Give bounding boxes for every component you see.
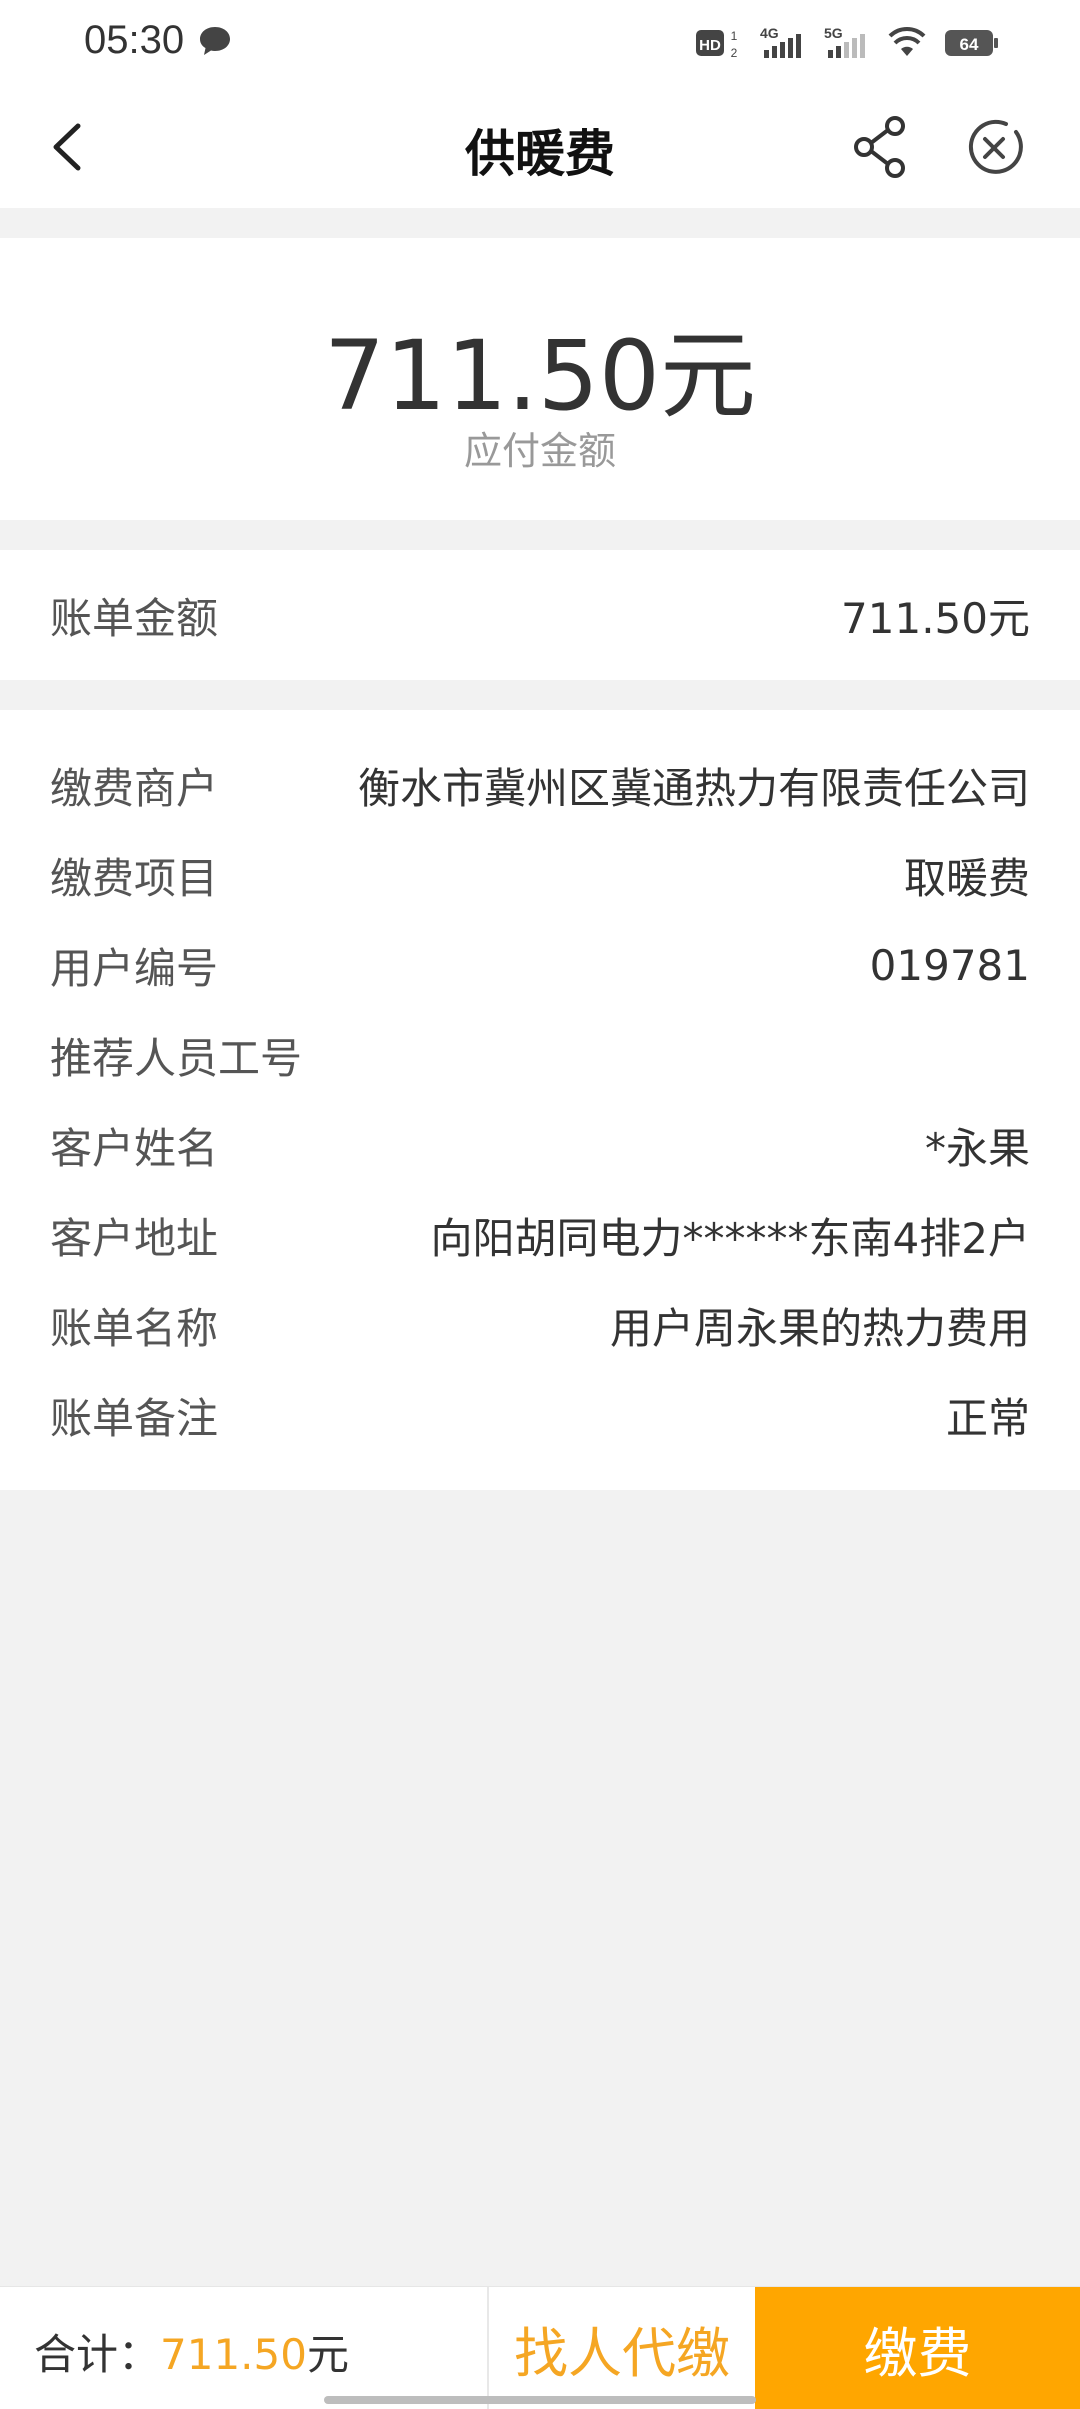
status-bar: 05:30 HD 1 2 4G 5G 64 [0,0,1080,86]
detail-label: 缴费项目 [50,853,219,903]
bill-amount-row: 账单金额 711.50元 [50,570,1030,660]
wifi-icon [888,26,926,56]
4g-signal-icon: 4G [760,25,801,58]
home-indicator [324,2396,756,2404]
detail-label: 客户姓名 [50,1123,219,1173]
detail-label: 客户地址 [50,1213,219,1263]
detail-label: 推荐人员工号 [50,1033,303,1083]
detail-row-customer-address: 客户地址 向阳胡同电力******东南4排2户 [50,1190,1030,1280]
detail-value: *永果 [924,1123,1030,1173]
detail-label: 账单名称 [50,1303,219,1353]
5g-signal-icon: 5G [824,25,865,58]
svg-text:HD: HD [699,37,721,54]
battery-level: 64 [960,35,979,54]
amount-card: 711.50元 应付金额 [0,238,1080,520]
navbar: 供暖费 [0,86,1080,208]
total-value: 711.50 [160,2330,307,2379]
detail-value: 用户周永果的热力费用 [609,1303,1030,1353]
total-label: 合计： [34,2330,161,2379]
status-time: 05:30 [84,18,185,62]
bill-amount-card: 账单金额 711.50元 [0,550,1080,680]
detail-row-merchant: 缴费商户 衡水市冀州区冀通热力有限责任公司 [50,740,1030,830]
details-card: 缴费商户 衡水市冀州区冀通热力有限责任公司 缴费项目 取暖费 用户编号 0197… [0,710,1080,1490]
svg-text:4G: 4G [760,25,779,41]
hd-signal-icon: HD 1 2 [696,29,738,60]
detail-value: 向阳胡同电力******东南4排2户 [430,1213,1030,1263]
payable-amount-label: 应付金额 [463,429,616,473]
detail-row-user-number: 用户编号 019781 [50,920,1030,1010]
detail-value: 019781 [869,940,1030,990]
detail-label: 用户编号 [50,943,219,993]
close-button[interactable] [958,112,1030,184]
detail-value: 正常 [945,1393,1030,1443]
bottom-bar: 合计：711.50元 找人代缴 缴费 [0,2286,1080,2409]
share-button[interactable] [846,112,916,182]
pay-button[interactable]: 缴费 [755,2287,1080,2409]
detail-value: 衡水市冀州区冀通热力有限责任公司 [357,763,1030,813]
detail-label: 缴费商户 [50,763,219,813]
detail-value: 取暖费 [903,853,1030,903]
total-unit: 元 [306,2330,349,2379]
detail-label: 账单备注 [50,1393,219,1443]
detail-row-bill-name: 账单名称 用户周永果的热力费用 [50,1280,1030,1370]
detail-row-referrer-id: 推荐人员工号 [50,1010,1030,1100]
message-icon [200,27,230,55]
bill-amount-label: 账单金额 [50,593,219,643]
detail-row-customer-name: 客户姓名 *永果 [50,1100,1030,1190]
detail-row-bill-note: 账单备注 正常 [50,1370,1030,1460]
status-indicators: HD 1 2 4G 5G 64 [696,20,1000,66]
detail-row-item: 缴费项目 取暖费 [50,830,1030,920]
svg-text:2: 2 [731,46,738,60]
battery-icon: 64 [945,30,998,56]
page-title: 供暖费 [465,125,615,183]
proxy-pay-button[interactable]: 找人代缴 [489,2287,755,2409]
svg-text:1: 1 [731,29,738,43]
svg-text:5G: 5G [824,25,843,41]
bill-amount-value: 711.50元 [841,593,1030,643]
total: 合计：711.50元 [34,2321,349,2382]
payable-amount: 711.50元 [324,320,756,432]
